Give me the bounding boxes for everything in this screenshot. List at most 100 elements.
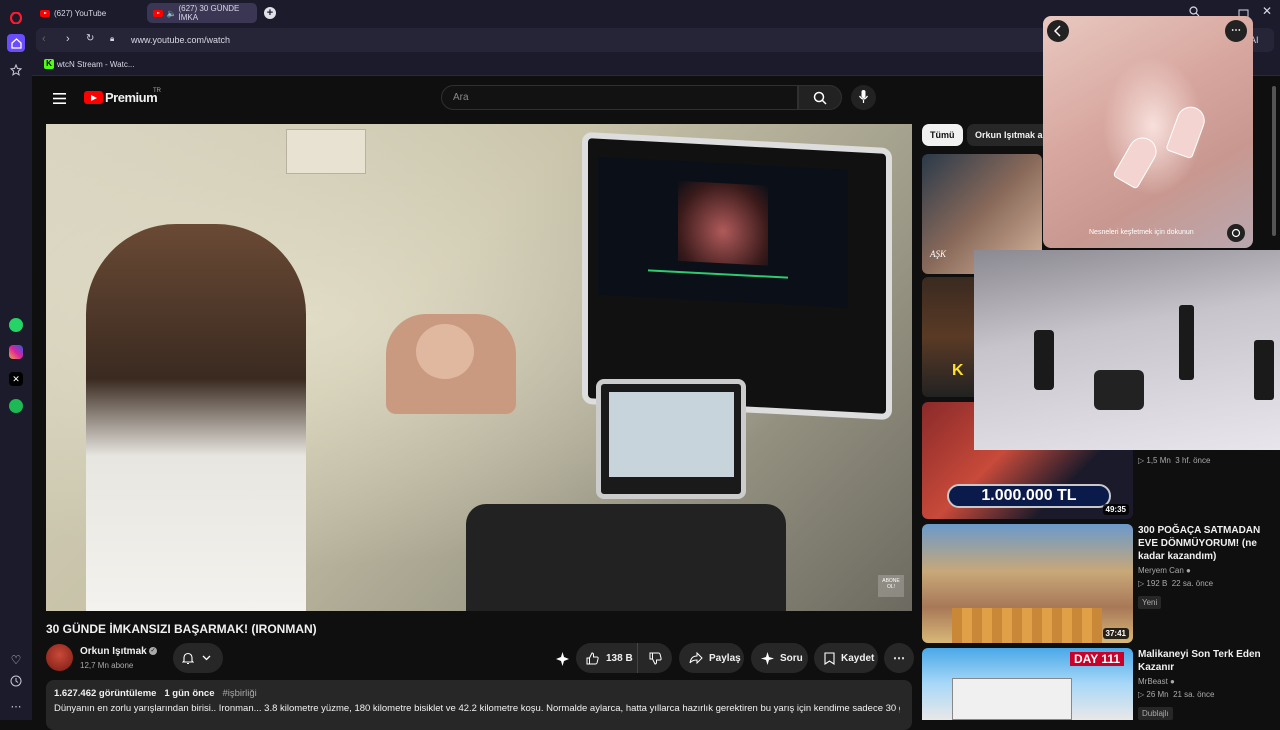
menu-icon[interactable] xyxy=(53,91,66,109)
channel-name[interactable]: Orkun Işıtmak xyxy=(80,646,147,657)
like-dislike-group: 138 B xyxy=(576,643,672,673)
kick-icon: K xyxy=(44,59,54,69)
ask-label: Soru xyxy=(780,652,803,664)
ultrasound-console xyxy=(466,504,786,611)
sparkle-ask-icon xyxy=(761,651,774,665)
hashtag[interactable]: #işbirliği xyxy=(222,688,256,699)
more-icon[interactable]: ⋯ xyxy=(7,697,25,715)
patient-head xyxy=(416,324,474,379)
doctor-figure xyxy=(86,224,306,611)
rec-title[interactable]: Malikaneyi Son Terk Eden Kazanır xyxy=(1138,648,1278,674)
verified-icon: ✓ xyxy=(149,647,157,655)
rec-time: 22 sa. önce xyxy=(1171,579,1214,588)
opera-logo-icon[interactable] xyxy=(7,9,25,27)
popup-back-button[interactable] xyxy=(1047,20,1069,42)
url-text[interactable]: www.youtube.com/watch xyxy=(131,35,230,45)
rec-time: 3 hf. önce xyxy=(1175,456,1211,465)
thumb-tray xyxy=(952,608,1102,643)
chip-channel[interactable]: Orkun Işıtmak a xyxy=(967,124,1052,146)
voice-search-button[interactable] xyxy=(851,85,876,110)
chip-all[interactable]: Tümü xyxy=(922,124,963,146)
rec-stats: ▷ 1,5 Mn 3 hf. önce xyxy=(1138,456,1211,465)
ask-button[interactable]: Soru xyxy=(751,643,808,673)
description-box[interactable]: 1.627.462 görüntüleme 1 gün önce #işbirl… xyxy=(46,680,912,730)
floating-image-panel[interactable] xyxy=(974,250,1280,450)
whatsapp-icon[interactable] xyxy=(9,318,23,332)
rec-views: 192 B xyxy=(1146,579,1168,588)
verified-icon: ● xyxy=(1186,566,1191,575)
tablet-screen xyxy=(609,392,734,477)
back-icon xyxy=(1054,25,1061,37)
search-button[interactable] xyxy=(798,85,842,110)
close-window-icon[interactable]: ✕ xyxy=(1262,4,1272,18)
rec-channel[interactable]: MrBeast ● xyxy=(1138,677,1175,686)
avatar[interactable] xyxy=(46,644,73,671)
subscribe-bell-button[interactable] xyxy=(173,643,223,673)
logo-region: TR xyxy=(153,88,161,94)
tab-video[interactable]: 🔈 (627) 30 GÜNDE İMKA xyxy=(147,3,257,23)
instagram-icon[interactable] xyxy=(9,345,23,359)
thumb-banner: 1.000.000 TL xyxy=(947,484,1111,508)
tab-youtube[interactable]: (627) YouTube xyxy=(34,3,142,23)
popup-lens-button[interactable] xyxy=(1227,224,1245,242)
youtube-favicon-icon xyxy=(153,9,163,17)
share-label: Paylaş xyxy=(709,652,741,664)
duration-badge: 37:41 xyxy=(1102,628,1129,639)
verified-icon: ● xyxy=(1170,677,1175,686)
rec-thumbnail-5[interactable]: DAY 111 xyxy=(922,648,1133,720)
video-title: 30 GÜNDE İMKANSIZI BAŞARMAK! (IRONMAN) xyxy=(46,622,317,636)
back-icon[interactable]: ‹ xyxy=(42,33,46,45)
logo-text[interactable]: Premium xyxy=(105,90,158,105)
new-tab-button[interactable]: + xyxy=(264,7,276,19)
wall-poster xyxy=(286,129,366,174)
save-label: Kaydet xyxy=(841,652,875,664)
x-icon[interactable]: ✕ xyxy=(9,372,23,386)
bookmark-item[interactable]: K wtcN Stream - Watc... xyxy=(44,59,135,69)
rec-channel-name: MrBeast xyxy=(1138,677,1168,686)
more-horizontal-icon: ⋯ xyxy=(1231,25,1241,36)
more-horizontal-icon: ⋯ xyxy=(893,651,905,665)
share-icon xyxy=(689,652,703,664)
search-input[interactable]: Ara xyxy=(441,85,798,110)
thumb-logo: AŞK xyxy=(930,249,947,259)
description-text: Dünyanın en zorlu yarışlarından birisi..… xyxy=(54,703,900,714)
youtube-logo-icon[interactable] xyxy=(84,91,103,104)
home-icon[interactable] xyxy=(7,34,25,52)
share-button[interactable]: Paylaş xyxy=(679,643,744,673)
visual-search-popup[interactable]: ⋯ Nesneleri keşfetmek için dokunun xyxy=(1043,16,1253,248)
rec-channel[interactable]: Meryem Can ● xyxy=(1138,566,1191,575)
rec-title[interactable]: 300 POĞAÇA SATMADAN EVE DÖNMÜYORUM! (ne … xyxy=(1138,524,1278,563)
popup-hint: Nesneleri keşfetmek için dokunun xyxy=(1089,229,1194,236)
rec-thumbnail-4[interactable]: 37:41 xyxy=(922,524,1133,643)
reload-icon[interactable]: ↻ xyxy=(86,33,94,44)
rec-thumbnail-2[interactable]: K xyxy=(922,277,982,397)
search-icon xyxy=(813,91,827,105)
ultrasound-monitor xyxy=(582,131,892,421)
rec-channel-name: Meryem Can xyxy=(1138,566,1184,575)
history-icon[interactable] xyxy=(7,672,25,690)
star-icon[interactable] xyxy=(7,61,25,79)
rec-time: 21 sa. önce xyxy=(1173,690,1215,699)
popup-more-button[interactable]: ⋯ xyxy=(1225,20,1247,42)
youtube-favicon-icon xyxy=(40,9,50,17)
scrollbar[interactable] xyxy=(1272,86,1276,236)
thumb-day-banner: DAY 111 xyxy=(1070,652,1125,666)
more-actions-button[interactable]: ⋯ xyxy=(884,643,914,673)
spotify-icon[interactable] xyxy=(9,399,23,413)
rec-stats: ▷ 192 B 22 sa. önce xyxy=(1138,579,1214,588)
jar-shape xyxy=(1094,370,1144,410)
sparkle-icon[interactable] xyxy=(555,652,570,671)
heart-icon[interactable]: ♡ xyxy=(7,651,25,669)
bell-icon xyxy=(182,652,194,664)
forward-icon[interactable]: › xyxy=(66,33,70,45)
tab-label: (627) 30 GÜNDE İMKA xyxy=(178,4,240,22)
subscribe-watermark: ABONE OL! xyxy=(878,575,904,597)
description-stats: 1.627.462 görüntüleme 1 gün önce #işbirl… xyxy=(54,688,257,699)
badge-label: Dublajlı xyxy=(1138,707,1173,720)
thumb-mansion xyxy=(952,678,1072,720)
new-badge: Yeni xyxy=(1138,592,1162,610)
save-button[interactable]: Kaydet xyxy=(814,643,878,673)
like-button[interactable]: 138 B xyxy=(576,643,638,673)
dislike-button[interactable] xyxy=(638,643,672,673)
video-player[interactable]: ABONE OL! xyxy=(46,124,912,611)
